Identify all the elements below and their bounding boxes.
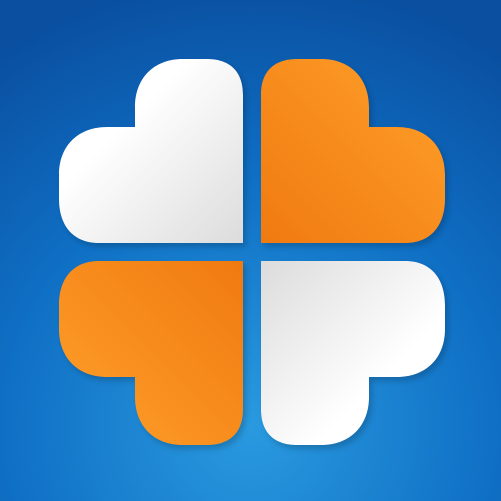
four-leaf-clover-logo (0, 0, 501, 501)
app-icon (0, 0, 501, 501)
background (0, 0, 501, 501)
